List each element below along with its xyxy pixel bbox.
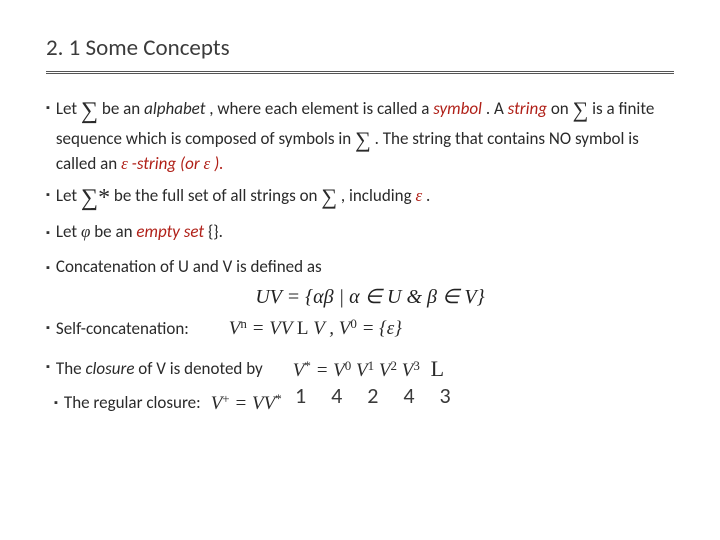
bullet-concatenation: ▪ Concatenation of U and V is defined as <box>46 256 674 277</box>
text: Self-concatenation: <box>56 318 189 339</box>
text: The closure of V is denoted by <box>56 358 263 379</box>
bullet-alphabet: ▪ Let ∑ be an alphabet , where each elem… <box>46 96 674 175</box>
text: . A <box>486 98 508 119</box>
sym: V <box>379 360 391 381</box>
bullet-text: The closure of V is denoted by V* = V0 V… <box>56 355 674 383</box>
sym: = VV <box>252 318 292 339</box>
formula-closure: V* = V0 V1 V2 V3 L <box>293 355 444 383</box>
sym: V <box>211 393 223 414</box>
formula-self-concat: Vn = VV L V , V0 = {ε} <box>229 316 402 341</box>
bullet-self-concat: ▪ Self-concatenation: Vn = VV L V , V0 =… <box>46 316 674 341</box>
overlay-numbers: 1 4 2 4 3 <box>295 382 461 410</box>
text: Let <box>56 185 81 206</box>
formula-concatenation: UV = {αβ | α ∈ U & β ∈ V} <box>46 285 674 310</box>
bullet-mark-icon: ▪ <box>54 396 58 416</box>
text: on <box>551 98 573 119</box>
term-alphabet: alphabet <box>144 98 205 119</box>
sup: * <box>304 358 311 373</box>
term-closure: closure <box>85 358 134 379</box>
phi-symbol: φ <box>81 222 90 241</box>
bullet-mark-icon: ▪ <box>46 101 50 175</box>
text: be the full set of all strings on <box>114 185 321 206</box>
text: {}. <box>208 221 223 242</box>
bullet-closure: ▪ The closure of V is denoted by V* = V0… <box>46 355 674 383</box>
bullet-text: Concatenation of U and V is defined as <box>56 256 674 277</box>
sym: = {ε} <box>362 318 402 339</box>
text: be an <box>94 221 136 242</box>
bullet-text: Let ∑ be an alphabet , where each elemen… <box>56 96 674 175</box>
sigma-symbol: ∑ <box>355 126 371 154</box>
sym: , V <box>329 318 350 339</box>
bullet-text: Let φ be an empty set {}. <box>56 221 674 242</box>
bullet-empty-set: ▪ Let φ be an empty set {}. <box>46 221 674 242</box>
sup: 0 <box>345 358 352 373</box>
sym: V <box>229 318 241 339</box>
sym: L <box>297 318 309 339</box>
bullet-list: ▪ Let ∑ be an alphabet , where each elem… <box>46 96 674 416</box>
sym: V <box>356 360 368 381</box>
sym: V <box>293 360 305 381</box>
text: , where each element is called a <box>209 98 433 119</box>
formula-regular-closure: V+ = VV* <box>211 391 282 416</box>
slide: 2. 1 Some Concepts ▪ Let ∑ be an alphabe… <box>0 0 720 540</box>
epsilon-symbol: ε <box>415 186 422 205</box>
title-rule <box>46 71 674 78</box>
text: The <box>56 358 86 379</box>
bullet-mark-icon: ▪ <box>46 226 50 242</box>
sup: + <box>222 391 229 406</box>
text: , including <box>341 185 416 206</box>
sigma-symbol: ∑ <box>81 96 98 126</box>
formula: UV = {αβ | α ∈ U & β ∈ V} <box>255 285 484 310</box>
sigma-symbol: ∑ <box>573 96 589 124</box>
epsilon-symbol: ε <box>121 154 128 173</box>
text: of V is denoted by <box>138 358 262 379</box>
text: Let <box>56 221 81 242</box>
bullet-mark-icon: ▪ <box>46 321 50 341</box>
text: The regular closure: <box>64 392 201 413</box>
text: be an <box>102 98 144 119</box>
sup: 0 <box>350 316 357 331</box>
term-string: string <box>508 98 547 119</box>
sup: 2 <box>391 358 398 373</box>
text: . <box>426 185 430 206</box>
sup: 3 <box>413 358 420 373</box>
sup: n <box>240 316 247 331</box>
bullet-mark-icon: ▪ <box>46 360 50 383</box>
text: ). <box>214 153 223 174</box>
section-title: 2. 1 Some Concepts <box>46 34 674 69</box>
sup: * <box>275 391 282 406</box>
sigma-star-symbol: ∑* <box>81 183 110 213</box>
sym: L <box>431 356 444 381</box>
sigma-symbol: ∑ <box>321 183 337 211</box>
bullet-mark-icon: ▪ <box>46 188 50 213</box>
sym: = VV <box>234 393 275 414</box>
bullet-text: Let ∑* be the full set of all strings on… <box>56 183 674 213</box>
bullet-mark-icon: ▪ <box>46 261 50 277</box>
sup: 1 <box>368 358 375 373</box>
sym: = V <box>316 360 345 381</box>
bullet-text: Self-concatenation: Vn = VV L V , V0 = {… <box>56 316 674 341</box>
term-eps-string: -string (or <box>132 153 204 174</box>
bullet-sigma-star: ▪ Let ∑* be the full set of all strings … <box>46 183 674 213</box>
sym: V <box>313 318 324 339</box>
sym: V <box>402 360 414 381</box>
term-empty-set: empty set <box>136 221 204 242</box>
text: Let <box>56 98 81 119</box>
term-symbol: symbol <box>433 98 482 119</box>
epsilon-symbol: ε <box>204 154 211 173</box>
